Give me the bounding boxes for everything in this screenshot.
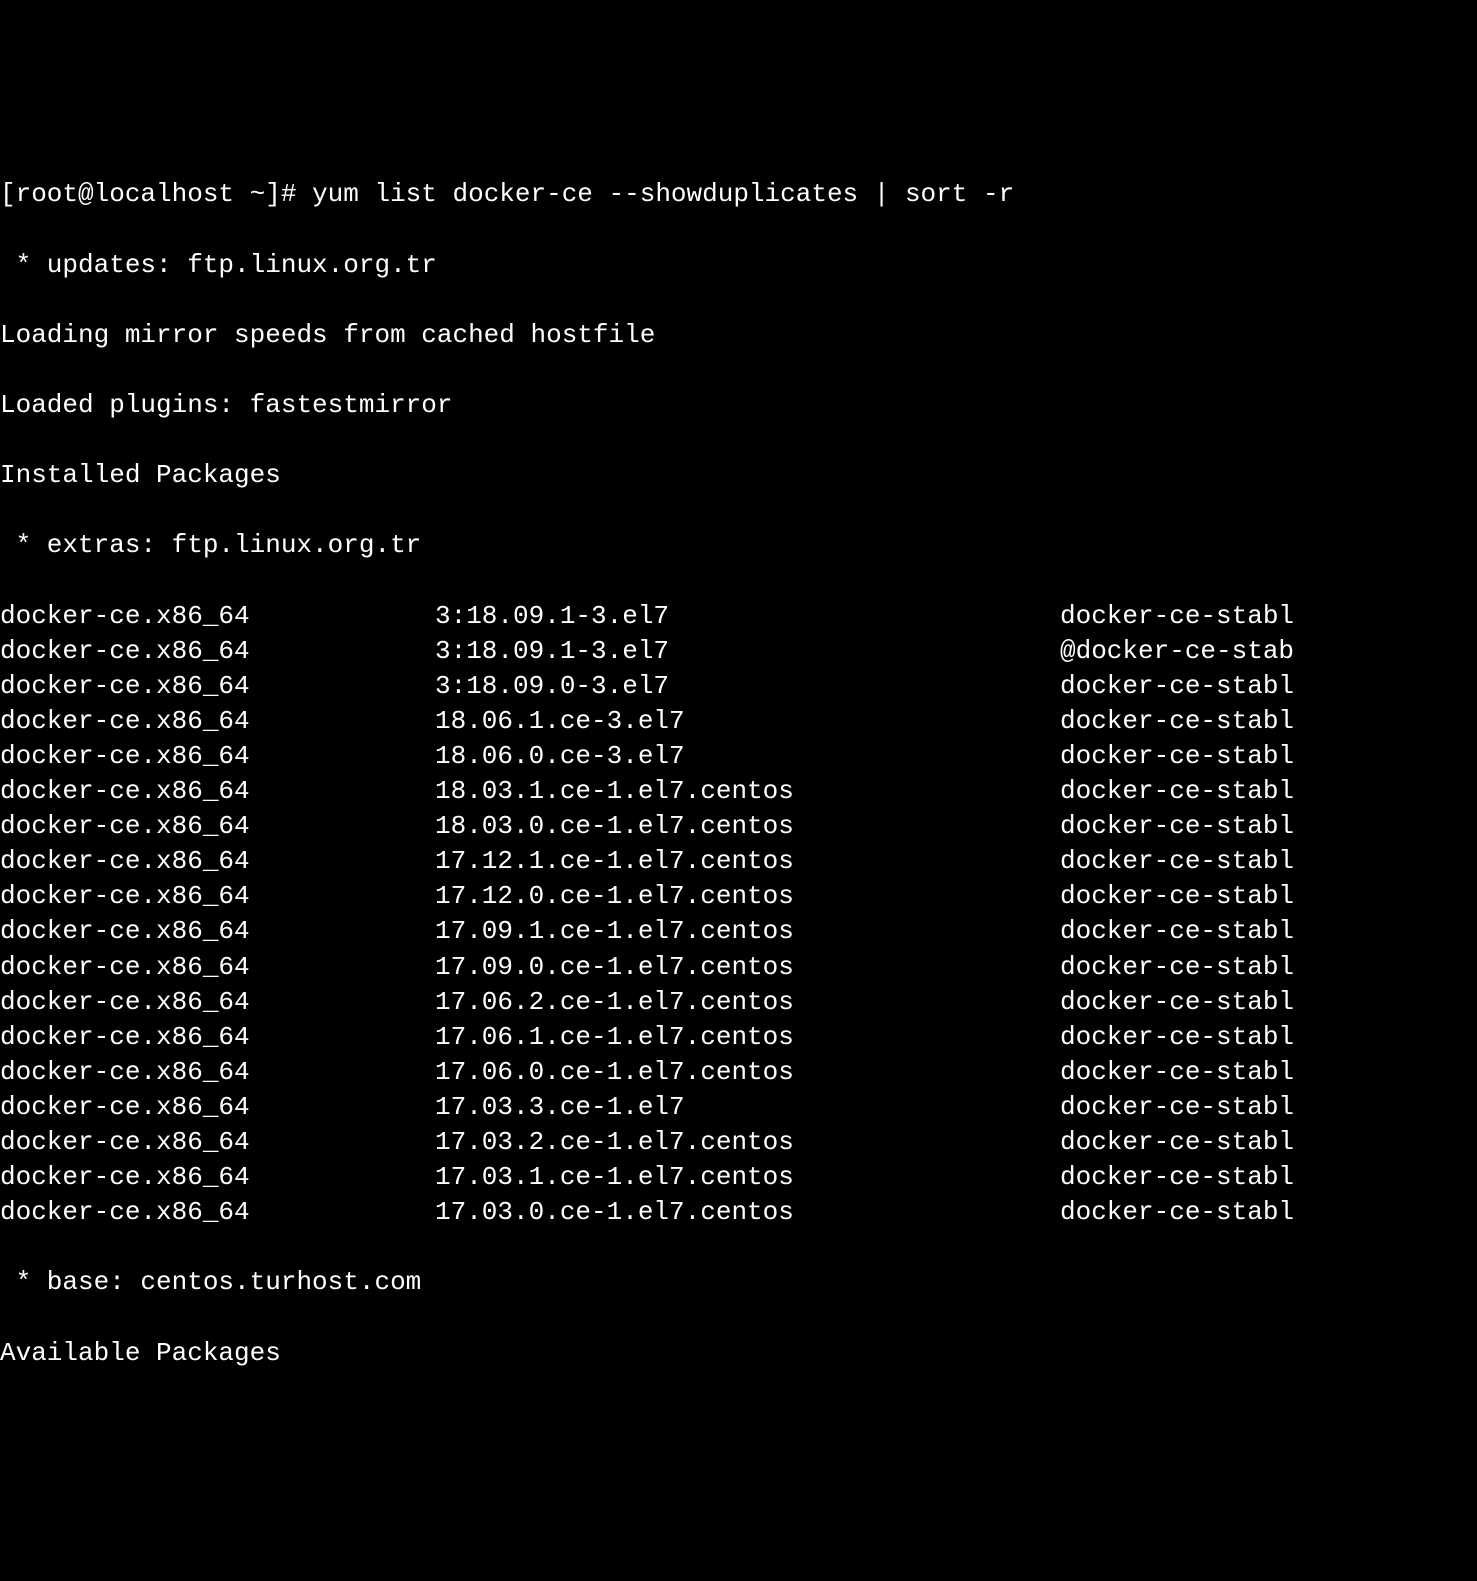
package-row: docker-ce.x86_6418.06.1.ce-3.el7docker-c… [0,704,1477,739]
package-repo: docker-ce-stabl [1060,879,1294,914]
package-name: docker-ce.x86_64 [0,739,435,774]
package-row: docker-ce.x86_643:18.09.1-3.el7docker-ce… [0,599,1477,634]
package-row: docker-ce.x86_6418.03.0.ce-1.el7.centosd… [0,809,1477,844]
package-name: docker-ce.x86_64 [0,809,435,844]
package-repo: docker-ce-stabl [1060,774,1294,809]
output-line-available: Available Packages [0,1336,1477,1371]
output-line-extras: * extras: ftp.linux.org.tr [0,528,1477,563]
package-repo: docker-ce-stabl [1060,1020,1294,1055]
package-repo: docker-ce-stabl [1060,844,1294,879]
package-name: docker-ce.x86_64 [0,634,435,669]
package-name: docker-ce.x86_64 [0,844,435,879]
package-name: docker-ce.x86_64 [0,914,435,949]
package-version: 17.06.0.ce-1.el7.centos [435,1055,1060,1090]
shell-prompt: [root@localhost ~]# [0,179,312,209]
package-repo: docker-ce-stabl [1060,1195,1294,1230]
package-repo: docker-ce-stabl [1060,1160,1294,1195]
package-version: 17.03.2.ce-1.el7.centos [435,1125,1060,1160]
package-row: docker-ce.x86_643:18.09.1-3.el7@docker-c… [0,634,1477,669]
package-name: docker-ce.x86_64 [0,985,435,1020]
package-repo: docker-ce-stabl [1060,914,1294,949]
package-row: docker-ce.x86_6417.06.0.ce-1.el7.centosd… [0,1055,1477,1090]
package-repo: docker-ce-stabl [1060,739,1294,774]
package-row: docker-ce.x86_6418.06.0.ce-3.el7docker-c… [0,739,1477,774]
package-repo: docker-ce-stabl [1060,704,1294,739]
package-version: 17.09.0.ce-1.el7.centos [435,950,1060,985]
package-repo: docker-ce-stabl [1060,950,1294,985]
terminal-window[interactable]: [root@localhost ~]# yum list docker-ce -… [0,142,1477,1405]
package-name: docker-ce.x86_64 [0,1195,435,1230]
package-version: 3:18.09.1-3.el7 [435,599,1060,634]
package-row: docker-ce.x86_6417.03.0.ce-1.el7.centosd… [0,1195,1477,1230]
package-row: docker-ce.x86_6417.12.1.ce-1.el7.centosd… [0,844,1477,879]
output-line-loaded: Loaded plugins: fastestmirror [0,388,1477,423]
package-name: docker-ce.x86_64 [0,774,435,809]
package-row: docker-ce.x86_6418.03.1.ce-1.el7.centosd… [0,774,1477,809]
package-version: 17.06.1.ce-1.el7.centos [435,1020,1060,1055]
package-row: docker-ce.x86_6417.09.1.ce-1.el7.centosd… [0,914,1477,949]
package-name: docker-ce.x86_64 [0,704,435,739]
package-version: 17.03.3.ce-1.el7 [435,1090,1060,1125]
package-name: docker-ce.x86_64 [0,1160,435,1195]
package-repo: docker-ce-stabl [1060,809,1294,844]
package-row: docker-ce.x86_6417.06.1.ce-1.el7.centosd… [0,1020,1477,1055]
package-name: docker-ce.x86_64 [0,879,435,914]
package-row: docker-ce.x86_6417.03.2.ce-1.el7.centosd… [0,1125,1477,1160]
package-name: docker-ce.x86_64 [0,599,435,634]
package-version: 17.03.1.ce-1.el7.centos [435,1160,1060,1195]
package-row: docker-ce.x86_6417.09.0.ce-1.el7.centosd… [0,950,1477,985]
package-repo: docker-ce-stabl [1060,1125,1294,1160]
package-version: 17.12.1.ce-1.el7.centos [435,844,1060,879]
package-version: 17.09.1.ce-1.el7.centos [435,914,1060,949]
command-line: [root@localhost ~]# yum list docker-ce -… [0,177,1477,212]
package-version: 18.06.0.ce-3.el7 [435,739,1060,774]
package-name: docker-ce.x86_64 [0,1055,435,1090]
package-version: 18.06.1.ce-3.el7 [435,704,1060,739]
package-list: docker-ce.x86_643:18.09.1-3.el7docker-ce… [0,599,1477,1231]
package-name: docker-ce.x86_64 [0,1090,435,1125]
package-name: docker-ce.x86_64 [0,669,435,704]
package-row: docker-ce.x86_6417.06.2.ce-1.el7.centosd… [0,985,1477,1020]
package-name: docker-ce.x86_64 [0,1020,435,1055]
package-version: 17.03.0.ce-1.el7.centos [435,1195,1060,1230]
package-version: 18.03.0.ce-1.el7.centos [435,809,1060,844]
package-repo: docker-ce-stabl [1060,1055,1294,1090]
package-version: 3:18.09.0-3.el7 [435,669,1060,704]
package-repo: docker-ce-stabl [1060,599,1294,634]
package-repo: @docker-ce-stab [1060,634,1294,669]
package-row: docker-ce.x86_6417.03.3.ce-1.el7docker-c… [0,1090,1477,1125]
package-name: docker-ce.x86_64 [0,1125,435,1160]
package-repo: docker-ce-stabl [1060,669,1294,704]
output-line-installed: Installed Packages [0,458,1477,493]
package-row: docker-ce.x86_6417.12.0.ce-1.el7.centosd… [0,879,1477,914]
package-repo: docker-ce-stabl [1060,985,1294,1020]
package-row: docker-ce.x86_6417.03.1.ce-1.el7.centosd… [0,1160,1477,1195]
package-version: 17.06.2.ce-1.el7.centos [435,985,1060,1020]
package-repo: docker-ce-stabl [1060,1090,1294,1125]
output-line-loading: Loading mirror speeds from cached hostfi… [0,318,1477,353]
package-version: 3:18.09.1-3.el7 [435,634,1060,669]
shell-command: yum list docker-ce --showduplicates | so… [312,179,1014,209]
package-name: docker-ce.x86_64 [0,950,435,985]
package-version: 18.03.1.ce-1.el7.centos [435,774,1060,809]
output-line-updates: * updates: ftp.linux.org.tr [0,248,1477,283]
package-row: docker-ce.x86_643:18.09.0-3.el7docker-ce… [0,669,1477,704]
package-version: 17.12.0.ce-1.el7.centos [435,879,1060,914]
output-line-base: * base: centos.turhost.com [0,1265,1477,1300]
